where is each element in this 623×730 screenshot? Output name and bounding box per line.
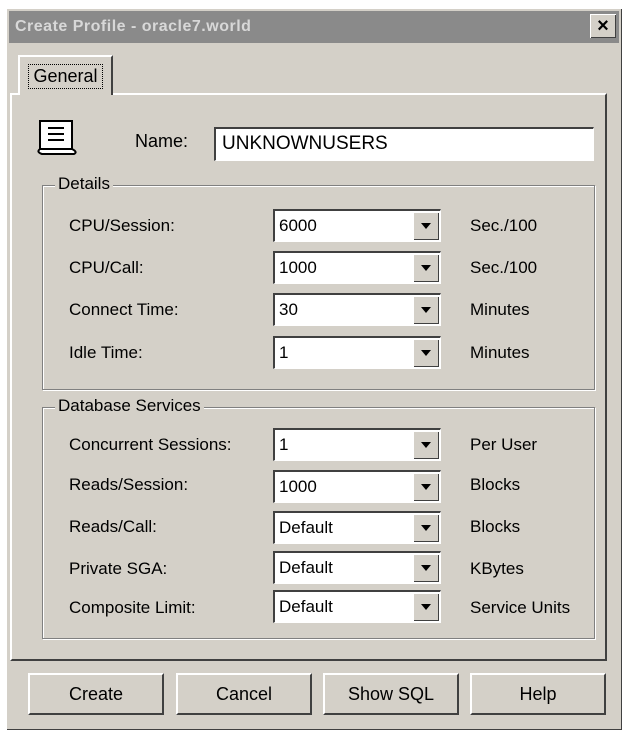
cpu-session-unit: Sec./100	[470, 216, 538, 235]
concurrent-sessions-label: Concurrent Sessions:	[69, 435, 232, 454]
composite-limit-label: Composite Limit:	[69, 598, 196, 617]
chevron-down-icon[interactable]	[413, 339, 439, 367]
composite-limit-value: Default	[279, 597, 333, 616]
database-services-group-title: Database Services	[55, 396, 204, 416]
title-bar[interactable]: Create Profile - oracle7.world ×	[9, 11, 619, 43]
concurrent-sessions-unit: Per User	[470, 435, 538, 454]
chevron-down-icon[interactable]	[413, 554, 439, 582]
private-sga-unit: KBytes	[470, 559, 524, 578]
reads-session-unit: Blocks	[470, 475, 521, 494]
idle-time-select[interactable]: 1	[273, 336, 441, 369]
chevron-down-icon[interactable]	[413, 473, 439, 501]
tab-general-label: General	[28, 63, 103, 89]
connect-time-unit: Minutes	[470, 300, 530, 319]
chevron-down-icon[interactable]	[413, 296, 439, 324]
idle-time-label: Idle Time:	[69, 343, 143, 362]
tab-general[interactable]: General	[18, 55, 113, 95]
close-icon: ×	[597, 15, 609, 37]
reads-session-value: 1000	[279, 477, 317, 496]
name-label: Name:	[135, 131, 189, 151]
cpu-call-unit: Sec./100	[470, 258, 538, 277]
connect-time-label: Connect Time:	[69, 300, 179, 319]
concurrent-sessions-value: 1	[279, 435, 289, 454]
reads-call-value: Default	[279, 518, 333, 537]
private-sga-label: Private SGA:	[69, 559, 168, 578]
chevron-down-icon[interactable]	[413, 431, 439, 459]
cpu-session-select[interactable]: 6000	[273, 209, 441, 242]
reads-call-unit: Blocks	[470, 517, 521, 536]
chevron-down-icon[interactable]	[413, 212, 439, 240]
chevron-down-icon[interactable]	[413, 514, 439, 542]
cpu-call-label: CPU/Call:	[69, 258, 144, 277]
idle-time-unit: Minutes	[470, 343, 530, 362]
name-input[interactable]: UNKNOWNUSERS	[214, 127, 594, 161]
cancel-button[interactable]: Cancel	[176, 673, 312, 715]
reads-call-label: Reads/Call:	[69, 517, 157, 536]
close-button[interactable]: ×	[590, 14, 616, 38]
help-button[interactable]: Help	[470, 673, 606, 715]
profile-document-icon	[37, 120, 77, 155]
window-title: Create Profile - oracle7.world	[15, 18, 252, 35]
details-group-title: Details	[55, 174, 113, 194]
cpu-session-value: 6000	[279, 216, 317, 235]
create-button[interactable]: Create	[28, 673, 164, 715]
idle-time-value: 1	[279, 343, 289, 362]
connect-time-value: 30	[279, 300, 298, 319]
cpu-session-label: CPU/Session:	[69, 216, 175, 235]
cpu-call-value: 1000	[279, 258, 317, 277]
chevron-down-icon[interactable]	[413, 593, 439, 621]
connect-time-select[interactable]: 30	[273, 293, 441, 326]
reads-session-select[interactable]: 1000	[273, 470, 441, 503]
concurrent-sessions-select[interactable]: 1	[273, 428, 441, 461]
private-sga-select[interactable]: Default	[273, 551, 441, 584]
chevron-down-icon[interactable]	[413, 254, 439, 282]
cpu-call-select[interactable]: 1000	[273, 251, 441, 284]
show-sql-button[interactable]: Show SQL	[323, 673, 459, 715]
private-sga-value: Default	[279, 558, 333, 577]
reads-call-select[interactable]: Default	[273, 511, 441, 544]
composite-limit-select[interactable]: Default	[273, 590, 441, 623]
reads-session-label: Reads/Session:	[69, 475, 189, 494]
composite-limit-unit: Service Units	[470, 598, 571, 617]
